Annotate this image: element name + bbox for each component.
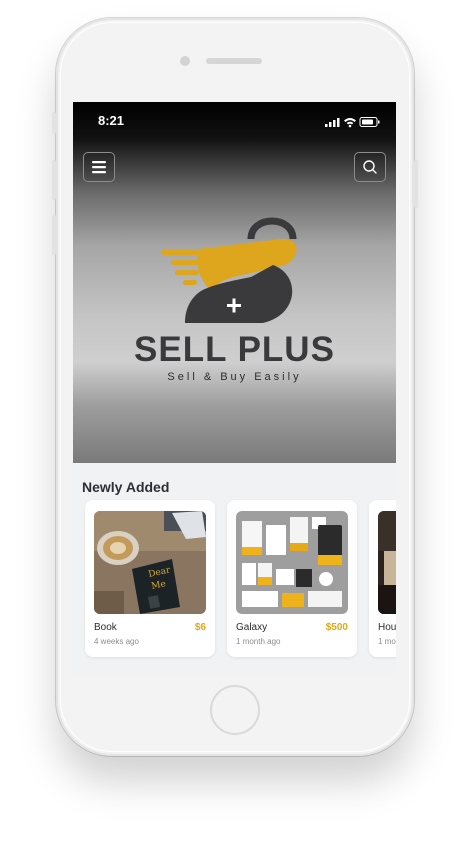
product-price: $6 [194, 622, 206, 633]
hamburger-menu-icon [92, 161, 106, 174]
home-button[interactable] [210, 685, 260, 735]
search-button[interactable] [354, 152, 386, 182]
volume-down-button [52, 215, 56, 255]
product-price: $500 [325, 622, 348, 633]
brand-name: SELL PLUS [134, 330, 335, 369]
product-card[interactable]: Galaxy $500 1 month ago [227, 500, 357, 657]
app-screen: 8:21 SELL PLUS Sell & Buy Easily Newly A… [73, 102, 396, 675]
section-title-newly-added: Newly Added [82, 479, 170, 495]
status-icons [325, 115, 381, 128]
sell-plus-logo-icon [161, 217, 297, 323]
product-date: 4 weeks ago [94, 637, 139, 646]
search-icon [363, 160, 377, 174]
volume-up-button [52, 160, 56, 200]
status-bar: 8:21 [73, 102, 396, 138]
product-date: 1 month ago [236, 637, 281, 646]
product-image [378, 511, 396, 614]
front-camera [180, 56, 190, 66]
product-card[interactable]: Hou 1 mo [369, 500, 396, 657]
product-name: Galaxy [236, 622, 268, 633]
power-button [414, 160, 418, 208]
product-date: 1 mo [378, 637, 396, 646]
product-name: Hou [378, 622, 396, 633]
product-name: Book [94, 622, 117, 633]
newly-added-carousel[interactable]: Dear Me Book $6 4 weeks ago Galaxy $500 … [85, 500, 396, 660]
menu-button[interactable] [83, 152, 115, 182]
earpiece-speaker [206, 58, 262, 64]
hero-banner: 8:21 SELL PLUS Sell & Buy Easily [73, 102, 396, 463]
product-image: Dear Me [94, 511, 206, 614]
product-card[interactable]: Dear Me Book $6 4 weeks ago [85, 500, 215, 657]
status-time: 8:21 [98, 113, 125, 128]
brand-tagline: Sell & Buy Easily [167, 371, 302, 383]
mute-switch [52, 112, 56, 134]
product-image [236, 511, 348, 614]
signal-wifi-battery-icons [325, 117, 380, 128]
